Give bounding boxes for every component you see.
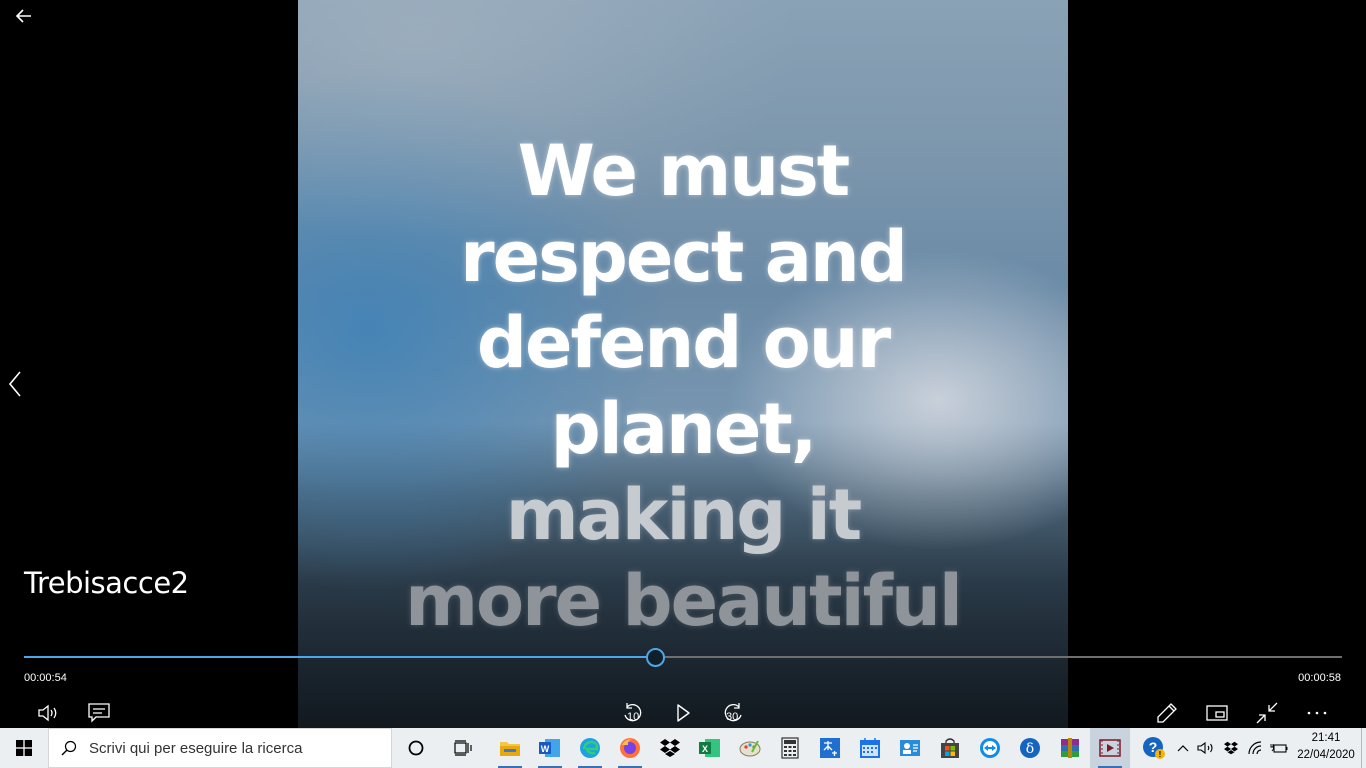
back-button[interactable]: [10, 4, 38, 28]
volume-icon: [38, 704, 57, 722]
calendar-icon[interactable]: [850, 728, 890, 768]
video-title: Trebisacce2: [24, 566, 189, 600]
dropbox-tray-icon: [1224, 741, 1238, 755]
taskbar-search-box[interactable]: Scrivi qui per eseguire la ricerca: [48, 728, 392, 768]
chevron-left-icon: [8, 371, 21, 397]
video-frame[interactable]: We must respect and defend our planet, m…: [298, 0, 1068, 728]
translator-icon[interactable]: [810, 728, 850, 768]
svg-text:δ: δ: [1026, 741, 1034, 757]
battery-icon: [1270, 744, 1288, 753]
back-arrow-icon: [16, 9, 31, 23]
dropbox-tray-button[interactable]: [1220, 728, 1242, 768]
quote-line: defend our: [476, 302, 891, 384]
word-icon[interactable]: W: [530, 728, 570, 768]
taskbar-clock[interactable]: 21:41 22/04/2020: [1296, 730, 1356, 764]
contacts-icon[interactable]: [890, 728, 930, 768]
more-icon: [1307, 711, 1327, 715]
video-quote-text: We must respect and defend our planet, m…: [298, 128, 1068, 644]
show-desktop-button[interactable]: [1361, 728, 1366, 768]
chevron-up-icon: [1177, 745, 1189, 752]
paint-icon[interactable]: [730, 728, 770, 768]
exit-fullscreen-button[interactable]: [1253, 700, 1281, 726]
show-hidden-icons-button[interactable]: [1172, 728, 1194, 768]
skip-back-label: 10: [627, 711, 640, 723]
edge-icon[interactable]: [570, 728, 610, 768]
calculator-icon[interactable]: [770, 728, 810, 768]
search-icon: [49, 728, 89, 768]
quote-line: making it: [505, 474, 863, 556]
wifi-icon: [1248, 741, 1262, 755]
current-time: 00:00:54: [24, 672, 67, 684]
help-tray-button[interactable]: ?!: [1140, 728, 1168, 768]
quote-line: more beautiful: [405, 560, 963, 642]
windows-logo-icon: [16, 740, 32, 756]
speaker-icon: [1197, 741, 1213, 755]
clock-time: 21:41: [1311, 732, 1341, 744]
play-button[interactable]: [669, 700, 697, 726]
edit-button[interactable]: [1153, 700, 1181, 726]
volume-button[interactable]: [35, 700, 63, 726]
quote-line: We must: [517, 130, 850, 212]
teamviewer-icon[interactable]: [970, 728, 1010, 768]
play-icon: [677, 704, 690, 722]
start-button[interactable]: [0, 728, 48, 768]
more-button[interactable]: [1303, 700, 1331, 726]
store-icon[interactable]: [930, 728, 970, 768]
mini-view-button[interactable]: [1203, 700, 1231, 726]
dropbox-icon[interactable]: [650, 728, 690, 768]
file-explorer-icon[interactable]: [490, 728, 530, 768]
exit-fullscreen-icon: [1256, 702, 1278, 724]
svg-text:!: !: [1159, 750, 1162, 759]
clock-date: 22/04/2020: [1297, 749, 1355, 761]
battery-tray-button[interactable]: [1268, 728, 1290, 768]
help-icon: ?!: [1143, 737, 1165, 759]
total-time: 00:00:58: [1298, 672, 1341, 684]
video-stage[interactable]: We must respect and defend our planet, m…: [0, 0, 1366, 728]
svg-text:X: X: [702, 744, 708, 754]
pencil-icon: [1157, 703, 1177, 723]
winrar-icon[interactable]: [1050, 728, 1090, 768]
previous-button[interactable]: [4, 368, 26, 400]
mini-view-icon: [1206, 705, 1228, 721]
seek-bar[interactable]: [24, 646, 1342, 668]
media-player-icon[interactable]: [1090, 728, 1130, 768]
speaker-tray-button[interactable]: [1195, 728, 1217, 768]
skip-forward-label: 30: [726, 711, 739, 723]
wifi-tray-button[interactable]: [1245, 728, 1267, 768]
quote-line: planet,: [550, 388, 818, 470]
firefox-icon[interactable]: [610, 728, 650, 768]
captions-button[interactable]: [85, 700, 113, 726]
svg-text:W: W: [541, 744, 550, 754]
task-view-icon[interactable]: [443, 728, 483, 768]
search-placeholder: Scrivi qui per eseguire la ricerca: [89, 739, 303, 757]
quote-line: respect and: [460, 216, 908, 298]
taskbar: Scrivi qui per eseguire la ricerca W X δ…: [0, 728, 1366, 768]
seek-progress: [24, 656, 655, 658]
delta-icon[interactable]: δ: [1010, 728, 1050, 768]
captions-icon: [88, 703, 110, 723]
seek-thumb[interactable]: [645, 648, 665, 667]
cortana-icon[interactable]: [396, 728, 436, 768]
excel-icon[interactable]: X: [690, 728, 730, 768]
